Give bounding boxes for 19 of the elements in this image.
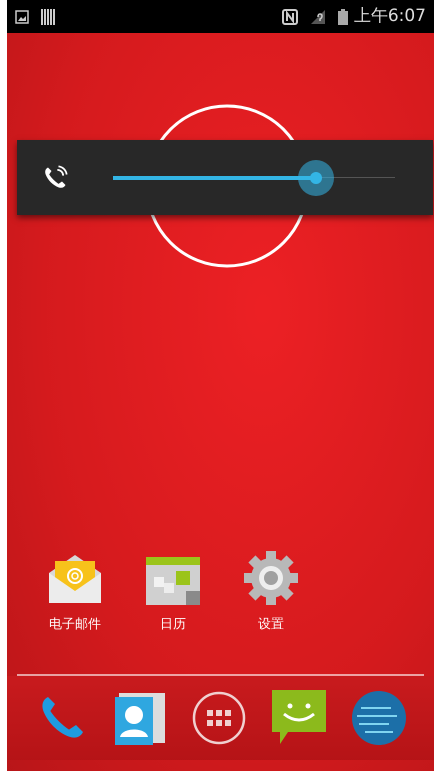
app-shortcut[interactable]: 设置 xyxy=(233,548,309,634)
volume-slider-thumb[interactable] xyxy=(298,160,334,196)
app-label: 日历 xyxy=(160,616,186,634)
nfc-icon xyxy=(282,8,298,24)
status-time: 上午6:07 xyxy=(354,4,426,28)
signal-icon xyxy=(310,8,326,24)
battery-icon xyxy=(338,8,348,24)
envelope-icon xyxy=(47,552,103,604)
app-label: 设置 xyxy=(258,616,284,634)
calendar-icon xyxy=(146,556,200,604)
contacts-icon[interactable] xyxy=(115,691,168,745)
app-shortcut[interactable]: 日历 xyxy=(135,548,211,634)
app-drawer-icon[interactable] xyxy=(192,691,246,745)
app-shortcut[interactable]: 电子邮件 xyxy=(37,548,113,634)
image-icon xyxy=(15,10,29,24)
app-label: 电子邮件 xyxy=(49,616,101,634)
volume-slider[interactable] xyxy=(113,160,395,196)
gear-icon xyxy=(244,550,298,604)
chat-bubble-icon[interactable] xyxy=(272,690,326,746)
